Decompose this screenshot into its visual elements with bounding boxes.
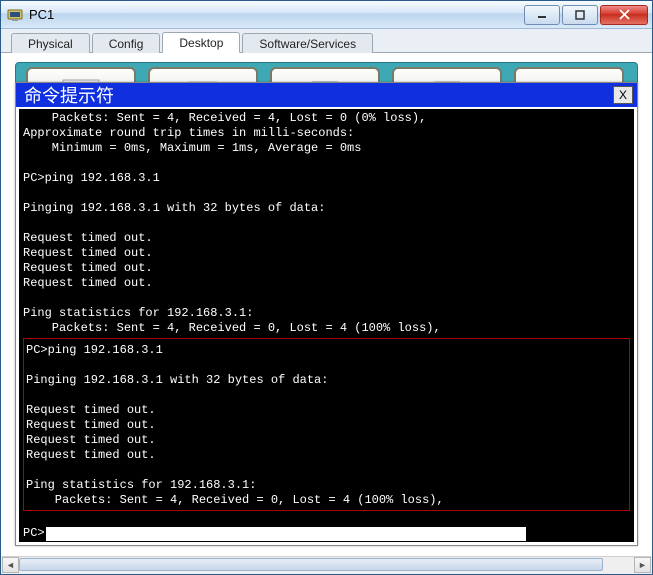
terminal-highlight-box: PC>ping 192.168.3.1 Pinging 192.168.3.1 …	[23, 338, 630, 511]
tab-panel-desktop: 命令提示符 X Packets: Sent = 4, Received = 4,…	[1, 53, 652, 556]
scroll-thumb[interactable]	[19, 558, 603, 571]
tab-desktop[interactable]: Desktop	[162, 32, 240, 53]
scroll-track[interactable]	[19, 557, 634, 573]
app-window: PC1 Physical Config Desktop Software/Ser…	[0, 0, 653, 575]
titlebar[interactable]: PC1	[1, 1, 652, 29]
command-prompt-close-button[interactable]: X	[613, 86, 633, 104]
terminal-output: Packets: Sent = 4, Received = 4, Lost = …	[23, 111, 630, 541]
terminal-cursor	[46, 527, 526, 541]
terminal-prompt: PC>	[23, 526, 45, 541]
scroll-right-button[interactable]: ►	[634, 557, 651, 573]
minimize-button[interactable]	[524, 5, 560, 25]
terminal-prompt-line: PC>	[23, 526, 630, 541]
tab-config[interactable]: Config	[92, 33, 161, 53]
terminal[interactable]: Packets: Sent = 4, Received = 4, Lost = …	[16, 107, 637, 545]
tab-bar: Physical Config Desktop Software/Service…	[1, 29, 652, 53]
scroll-left-button[interactable]: ◄	[2, 557, 19, 573]
window-controls	[522, 5, 648, 25]
close-button[interactable]	[600, 5, 648, 25]
command-prompt-title: 命令提示符	[24, 82, 613, 108]
app-icon	[7, 7, 23, 23]
tab-physical[interactable]: Physical	[11, 33, 90, 53]
maximize-button[interactable]	[562, 5, 598, 25]
horizontal-scrollbar[interactable]: ◄ ►	[2, 556, 651, 573]
terminal-text-top: Packets: Sent = 4, Received = 4, Lost = …	[23, 111, 441, 335]
window-title: PC1	[29, 7, 522, 22]
command-prompt-titlebar[interactable]: 命令提示符 X	[16, 83, 637, 107]
tab-software[interactable]: Software/Services	[242, 33, 373, 53]
terminal-text-highlighted: PC>ping 192.168.3.1 Pinging 192.168.3.1 …	[26, 343, 444, 507]
command-prompt-window: 命令提示符 X Packets: Sent = 4, Received = 4,…	[15, 82, 638, 546]
